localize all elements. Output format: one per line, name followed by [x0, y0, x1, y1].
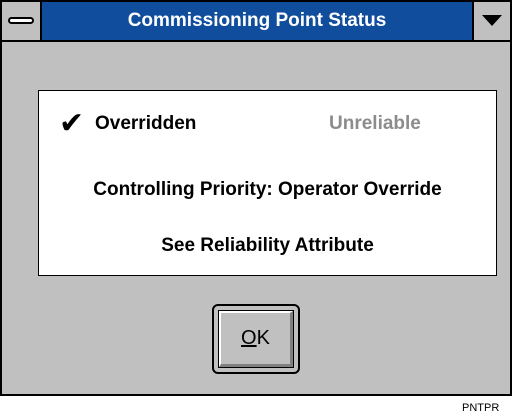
- window-title: Commissioning Point Status: [42, 2, 472, 40]
- title-bar: Commissioning Point Status: [2, 2, 510, 42]
- overridden-label: Overridden: [95, 113, 197, 134]
- controlling-priority-text: Controlling Priority: Operator Override: [93, 179, 442, 200]
- ok-button[interactable]: OK: [212, 304, 300, 374]
- system-menu-button[interactable]: [2, 2, 42, 40]
- reliability-attribute-text: See Reliability Attribute: [161, 235, 374, 256]
- checkmark-icon: ✔: [59, 106, 85, 141]
- system-menu-icon: [8, 17, 34, 24]
- ok-button-label: OK: [241, 327, 270, 350]
- ok-button-face[interactable]: OK: [218, 310, 294, 368]
- ok-label-rest: K: [256, 327, 270, 349]
- figure-tag: PNTPR: [462, 402, 500, 414]
- ok-mnemonic: O: [241, 327, 257, 349]
- unreliable-label: Unreliable: [329, 113, 421, 134]
- status-panel: ✔ Overridden Unreliable Controlling Prio…: [38, 90, 497, 276]
- dropdown-button[interactable]: [472, 2, 510, 40]
- dialog-window: Commissioning Point Status ✔ Overridden …: [0, 0, 512, 396]
- dropdown-arrow-icon: [482, 15, 502, 26]
